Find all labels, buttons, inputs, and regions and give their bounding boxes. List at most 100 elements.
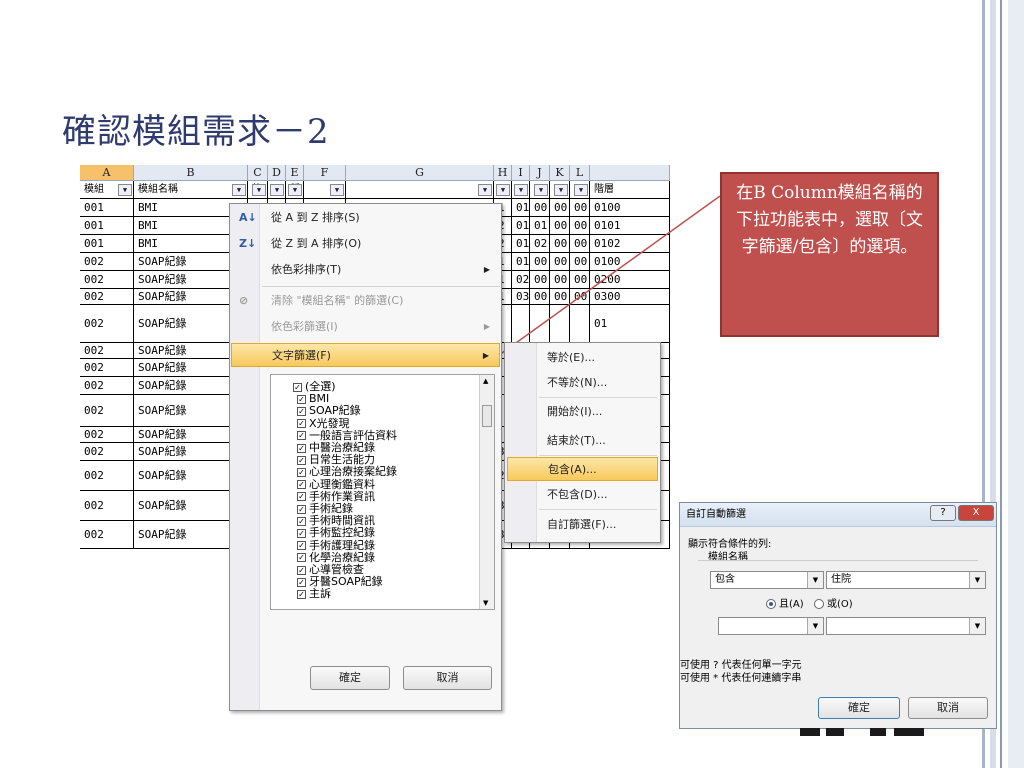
- filter-list-item[interactable]: ✓ 日常生活能力: [297, 454, 375, 465]
- filter-list-label: 手術監控紀錄: [309, 526, 375, 540]
- checkbox-checked-icon[interactable]: ✓: [297, 467, 306, 477]
- scroll-up-icon[interactable]: ▲: [483, 377, 488, 385]
- filter-list-item[interactable]: ✓ 中醫治療紀錄: [297, 442, 375, 453]
- filter-list-label: SOAP紀錄: [309, 404, 361, 418]
- clear-filter-icon: ⊘: [239, 294, 249, 307]
- filter-list-item[interactable]: ✓ 手術時間資訊: [297, 515, 375, 526]
- checkbox-checked-icon[interactable]: ✓: [297, 577, 306, 587]
- sort-z-to-a[interactable]: Z↓ 從 Z 到 A 排序(O): [231, 232, 500, 256]
- custom-autofilter-dialog: 自訂自動篩選 ? X 顯示符合條件的列: 模組名稱 包含 ▼ 住院 ▼ 且(A) 或…: [679, 502, 997, 729]
- submenu-separator: [539, 455, 657, 456]
- instruction-callout: 在B Column模組名稱的下拉功能表中，選取〔文字篩選/包含〕的選項。: [720, 172, 939, 337]
- filter-list-item[interactable]: ✓ 手術作業資訊: [297, 491, 375, 502]
- filter-list-label: 主訴: [309, 587, 331, 601]
- scroll-down-icon[interactable]: ▼: [483, 599, 488, 607]
- filter-list-label: X光發現: [309, 416, 350, 430]
- checkbox-checked-icon[interactable]: ✓: [297, 565, 306, 575]
- checkbox-checked-icon[interactable]: ✓: [297, 589, 306, 599]
- chevron-down-icon[interactable]: ▼: [969, 618, 985, 634]
- checkbox-checked-icon[interactable]: ✓: [297, 406, 306, 416]
- filter-list-label: 手術作業資訊: [309, 489, 375, 503]
- filter-list-item[interactable]: ✓ 手術監控紀錄: [297, 527, 375, 538]
- text-filter-option[interactable]: 開始於(I)...: [507, 400, 658, 424]
- dialog-titlebar: 自訂自動篩選 ? X: [680, 503, 996, 527]
- close-button[interactable]: X: [958, 505, 994, 521]
- filter-list-label: 手術護理紀錄: [309, 538, 375, 552]
- filter-value-list[interactable]: ▲ ▼ ✓ (全選) ✓ BMI ✓ SOAP紀錄 ✓ X光發現 ✓ 一般語言評估資料 ✓ 中醫治療紀…: [270, 374, 495, 610]
- value1-input[interactable]: 住院 ▼: [826, 571, 986, 589]
- filter-list-item[interactable]: ✓ 心理治療接案紀錄: [297, 466, 397, 477]
- operator2-select[interactable]: ▼: [718, 617, 824, 635]
- filter-list-label: 一般語言評估資料: [309, 428, 397, 442]
- filter-list-label: 心理治療接案紀錄: [309, 465, 397, 479]
- dialog-title: 自訂自動篩選: [686, 509, 746, 520]
- help-button[interactable]: ?: [930, 505, 956, 521]
- filter-ok-button[interactable]: 確定: [310, 666, 390, 690]
- filter-list-label: 化學治療紀錄: [309, 550, 375, 564]
- checkbox-checked-icon[interactable]: ✓: [297, 492, 306, 502]
- scroll-thumb[interactable]: [482, 405, 492, 427]
- sort-za-icon: Z↓: [239, 237, 257, 250]
- filter-list-item[interactable]: ✓ 一般語言評估資料: [297, 430, 397, 441]
- checkbox-checked-icon[interactable]: ✓: [297, 516, 306, 526]
- filter-list-item[interactable]: ✓ X光發現: [297, 418, 350, 429]
- filter-list-item[interactable]: ✓ 手術護理紀錄: [297, 540, 375, 551]
- hint-any-string: 可使用 * 代表任何連續字串: [680, 673, 802, 684]
- filter-list-item[interactable]: ✓ BMI: [297, 393, 329, 404]
- filter-list-item[interactable]: ✓ 心理衡鑑資料: [297, 479, 375, 490]
- chevron-down-icon[interactable]: ▼: [807, 618, 823, 634]
- filter-list-item[interactable]: ✓ 化學治療紀錄: [297, 552, 375, 563]
- checkbox-checked-icon[interactable]: ✓: [297, 553, 306, 563]
- submenu-arrow-icon: ▶: [483, 265, 490, 274]
- dialog-cancel-button[interactable]: 取消: [908, 697, 988, 719]
- filter-list-item[interactable]: ✓ 主訴: [297, 588, 331, 599]
- chevron-down-icon[interactable]: ▼: [807, 572, 823, 588]
- checkbox-checked-icon[interactable]: ✓: [297, 455, 306, 465]
- checkbox-checked-icon[interactable]: ✓: [297, 443, 306, 453]
- filter-list-item[interactable]: ✓ 牙醫SOAP紀錄: [297, 576, 383, 587]
- checkbox-checked-icon[interactable]: ✓: [293, 382, 302, 392]
- text-filter-submenu: 等於(E)... 不等於(N)... 開始於(I)... 結束於(T)... 包含(A)…: [504, 342, 661, 543]
- sort-by-color[interactable]: 依色彩排序(T) ▶: [231, 258, 500, 282]
- checkbox-checked-icon[interactable]: ✓: [297, 504, 306, 514]
- text-filter-option[interactable]: 結束於(T)...: [507, 429, 658, 453]
- checkbox-checked-icon[interactable]: ✓: [297, 394, 306, 404]
- filter-list-item[interactable]: ✓ SOAP紀錄: [297, 405, 361, 416]
- checkbox-checked-icon[interactable]: ✓: [297, 480, 306, 490]
- filter-list-item[interactable]: ✓ 心導管檢查: [297, 564, 364, 575]
- filter-list-label: (全選): [305, 380, 336, 393]
- operator1-select[interactable]: 包含 ▼: [710, 571, 824, 589]
- group-divider: [698, 560, 978, 561]
- radio-selected-icon: [766, 599, 776, 609]
- checkbox-checked-icon[interactable]: ✓: [297, 431, 306, 441]
- clear-filter[interactable]: ⊘ 清除 "模組名稱" 的篩選(C): [231, 289, 500, 313]
- text-filter-option[interactable]: 等於(E)...: [507, 346, 658, 370]
- checkbox-checked-icon[interactable]: ✓: [297, 419, 306, 429]
- submenu-separator: [539, 397, 657, 398]
- submenu-arrow-icon: ▶: [482, 351, 489, 360]
- text-filter-option[interactable]: 包含(A)...: [507, 457, 658, 481]
- list-scrollbar[interactable]: ▲ ▼: [479, 375, 494, 609]
- dialog-ok-button[interactable]: 確定: [818, 697, 900, 719]
- sort-a-to-z[interactable]: A↓ 從 A 到 Z 排序(S): [231, 206, 500, 230]
- and-radio[interactable]: 且(A): [766, 595, 804, 610]
- checkbox-checked-icon[interactable]: ✓: [297, 541, 306, 551]
- radio-icon: [814, 599, 824, 609]
- filter-list-label: 心理衡鑑資料: [309, 477, 375, 491]
- text-filter[interactable]: 文字篩選(F) ▶: [231, 343, 500, 367]
- sort-az-icon: A↓: [239, 211, 257, 224]
- filter-cancel-button[interactable]: 取消: [403, 666, 492, 690]
- text-filter-option[interactable]: 自訂篩選(F)...: [507, 513, 658, 537]
- or-radio[interactable]: 或(O): [814, 595, 853, 610]
- filter-list-item[interactable]: ✓ 手術紀錄: [297, 503, 353, 514]
- menu-separator: [262, 286, 500, 287]
- filter-by-color[interactable]: 依色彩篩選(I) ▶: [231, 315, 500, 339]
- checkbox-checked-icon[interactable]: ✓: [297, 528, 306, 538]
- text-filter-option[interactable]: 不等於(N)...: [507, 371, 658, 395]
- filter-list-item[interactable]: ✓ (全選): [293, 381, 336, 392]
- value2-input[interactable]: ▼: [826, 617, 986, 635]
- filter-dropdown-menu: A↓ 從 A 到 Z 排序(S) Z↓ 從 Z 到 A 排序(O) 依色彩排序(T)…: [229, 203, 502, 711]
- submenu-separator: [539, 509, 657, 510]
- text-filter-option[interactable]: 不包含(D)...: [507, 483, 658, 507]
- chevron-down-icon[interactable]: ▼: [969, 572, 985, 588]
